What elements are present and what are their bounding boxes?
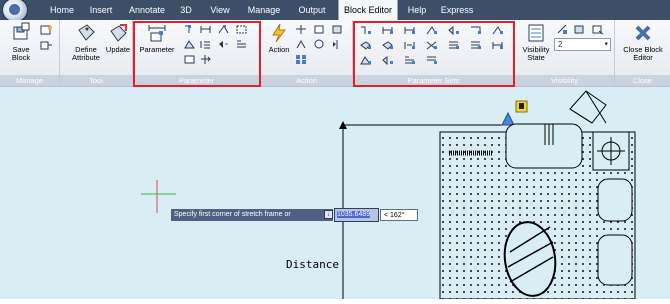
update-button[interactable]: Update — [104, 22, 132, 54]
update-label: Update — [105, 45, 131, 54]
panel-title-manage: Manage — [0, 75, 59, 86]
prompt-options-icon[interactable]: ↓ — [324, 210, 333, 219]
make-invisible-icon[interactable] — [573, 24, 586, 35]
panel-close: Close Block Editor Close — [615, 20, 670, 86]
highlight-parameter-sets-panel — [353, 21, 515, 87]
flip-action-icon[interactable] — [331, 39, 344, 50]
panel-manage: Save Block Manage — [0, 20, 60, 86]
panel-title-tool: Tool — [60, 75, 132, 86]
visibility-mode-icon[interactable] — [591, 24, 604, 35]
save-as-icon[interactable] — [40, 25, 53, 36]
test-block-icon[interactable] — [40, 40, 53, 51]
highlight-parameter-panel — [133, 21, 261, 87]
lock-icon — [515, 100, 528, 113]
panel-action: Action Action — [261, 20, 353, 86]
tab-output[interactable]: Output — [293, 0, 331, 20]
ribbon-tab-bar: Home Insert Annotate 3D View Manage Outp… — [0, 0, 670, 22]
action-label: Action — [268, 45, 290, 54]
panel-title-close: Close — [615, 75, 670, 86]
panel-visibility: Visibility State 2 ▾ Visibility — [515, 20, 615, 86]
visibility-state-value: 2 — [558, 40, 563, 49]
define-attribute-button[interactable]: Define Attribute — [68, 22, 104, 62]
distance-value: 1035.6489 — [337, 211, 371, 218]
update-icon — [110, 24, 127, 42]
panel-title-action: Action — [261, 75, 352, 86]
angle-input[interactable]: < 162° — [380, 209, 418, 221]
save-block-button[interactable]: Save Block — [6, 22, 36, 62]
tab-block-editor[interactable]: Block Editor — [338, 0, 398, 20]
visibility-state-button[interactable]: Visibility State — [519, 22, 553, 62]
tab-insert[interactable]: Insert — [83, 0, 119, 20]
save-block-icon — [13, 22, 30, 40]
define-attribute-icon — [78, 24, 95, 41]
command-prompt-tooltip: Specify first corner of stretch frame or — [171, 209, 333, 221]
close-line2: Editor — [633, 53, 653, 62]
stretch-grip[interactable] — [501, 111, 515, 126]
visibility-state-dropdown[interactable]: 2 ▾ — [554, 38, 611, 51]
scale-action-icon[interactable] — [313, 24, 326, 35]
action-icon — [272, 23, 286, 43]
move-action-icon[interactable] — [295, 24, 308, 35]
tab-help[interactable]: Help — [402, 0, 432, 20]
tab-annotate[interactable]: Annotate — [124, 0, 170, 20]
tab-express[interactable]: Express — [438, 0, 476, 20]
tab-manage[interactable]: Manage — [243, 0, 285, 20]
save-line2: Block — [11, 53, 31, 62]
panel-title-visibility: Visibility — [515, 75, 614, 86]
visibility-state-icon — [528, 24, 544, 42]
tab-view[interactable]: View — [205, 0, 235, 20]
polar-stretch-icon[interactable] — [295, 39, 308, 50]
tab-home[interactable]: Home — [44, 0, 80, 20]
array-action-icon[interactable] — [295, 54, 308, 65]
close-block-editor-button[interactable]: Close Block Editor — [619, 22, 667, 62]
application-menu-button[interactable] — [2, 0, 28, 22]
stretch-action-icon[interactable] — [331, 24, 344, 35]
close-icon — [635, 25, 651, 41]
panel-tool: Define Attribute Update Tool — [60, 20, 133, 86]
tab-3d[interactable]: 3D — [174, 0, 198, 20]
rotate-action-icon[interactable] — [313, 39, 326, 50]
distance-label: Distance — [286, 258, 339, 271]
distance-input[interactable]: 1035.6489 — [334, 208, 379, 222]
action-button[interactable]: Action — [266, 22, 292, 54]
chevron-down-icon: ▾ — [604, 41, 608, 48]
make-visible-icon[interactable] — [556, 24, 569, 35]
visibility-line2: State — [527, 53, 545, 62]
define-line2: Attribute — [72, 53, 100, 62]
